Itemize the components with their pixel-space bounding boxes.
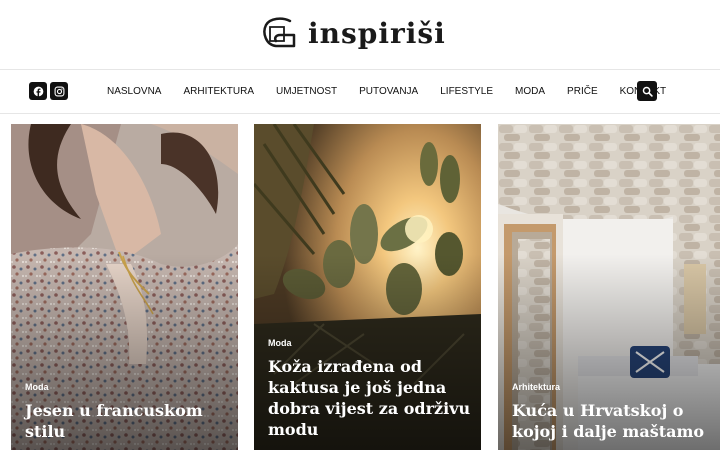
main-nav: NASLOVNA ARHITEKTURA UMJETNOST PUTOVANJA… <box>107 70 688 113</box>
nav-item-arhitektura[interactable]: ARHITEKTURA <box>183 86 254 97</box>
article-card[interactable]: Arhitektura Kuća u Hrvatskoj o kojoj i d… <box>498 124 720 450</box>
search-icon <box>642 86 653 97</box>
nav-item-putovanja[interactable]: PUTOVANJA <box>359 86 418 97</box>
nav-item-moda[interactable]: MODA <box>515 86 545 97</box>
main-navbar: NASLOVNA ARHITEKTURA UMJETNOST PUTOVANJA… <box>0 69 720 114</box>
instagram-icon <box>54 86 64 96</box>
logo-mark-icon <box>263 17 296 48</box>
article-category[interactable]: Moda <box>268 338 292 348</box>
article-card[interactable]: Moda Koža izrađena od kaktusa je još jed… <box>254 124 481 450</box>
article-category[interactable]: Arhitektura <box>512 382 560 392</box>
site-header: inspiriši <box>0 0 720 68</box>
search-button[interactable] <box>637 81 657 101</box>
instagram-link[interactable] <box>50 82 68 100</box>
nav-item-umjetnost[interactable]: UMJETNOST <box>276 86 337 97</box>
nav-item-naslovna[interactable]: NASLOVNA <box>107 86 161 97</box>
article-title[interactable]: Koža izrađena od kaktusa je još jedna do… <box>268 356 471 440</box>
article-title[interactable]: Kuća u Hrvatskoj o kojoj i dalje maštamo <box>512 400 715 442</box>
article-card[interactable]: Moda Jesen u francuskom stilu <box>11 124 238 450</box>
logo-text: inspiriši <box>308 16 446 50</box>
nav-item-lifestyle[interactable]: LIFESTYLE <box>440 86 493 97</box>
article-category[interactable]: Moda <box>25 382 49 392</box>
article-title[interactable]: Jesen u francuskom stilu <box>25 400 228 442</box>
facebook-icon <box>33 86 43 97</box>
site-logo[interactable]: inspiriši <box>260 10 446 56</box>
nav-item-price[interactable]: PRIČE <box>567 86 598 97</box>
facebook-link[interactable] <box>29 82 47 100</box>
